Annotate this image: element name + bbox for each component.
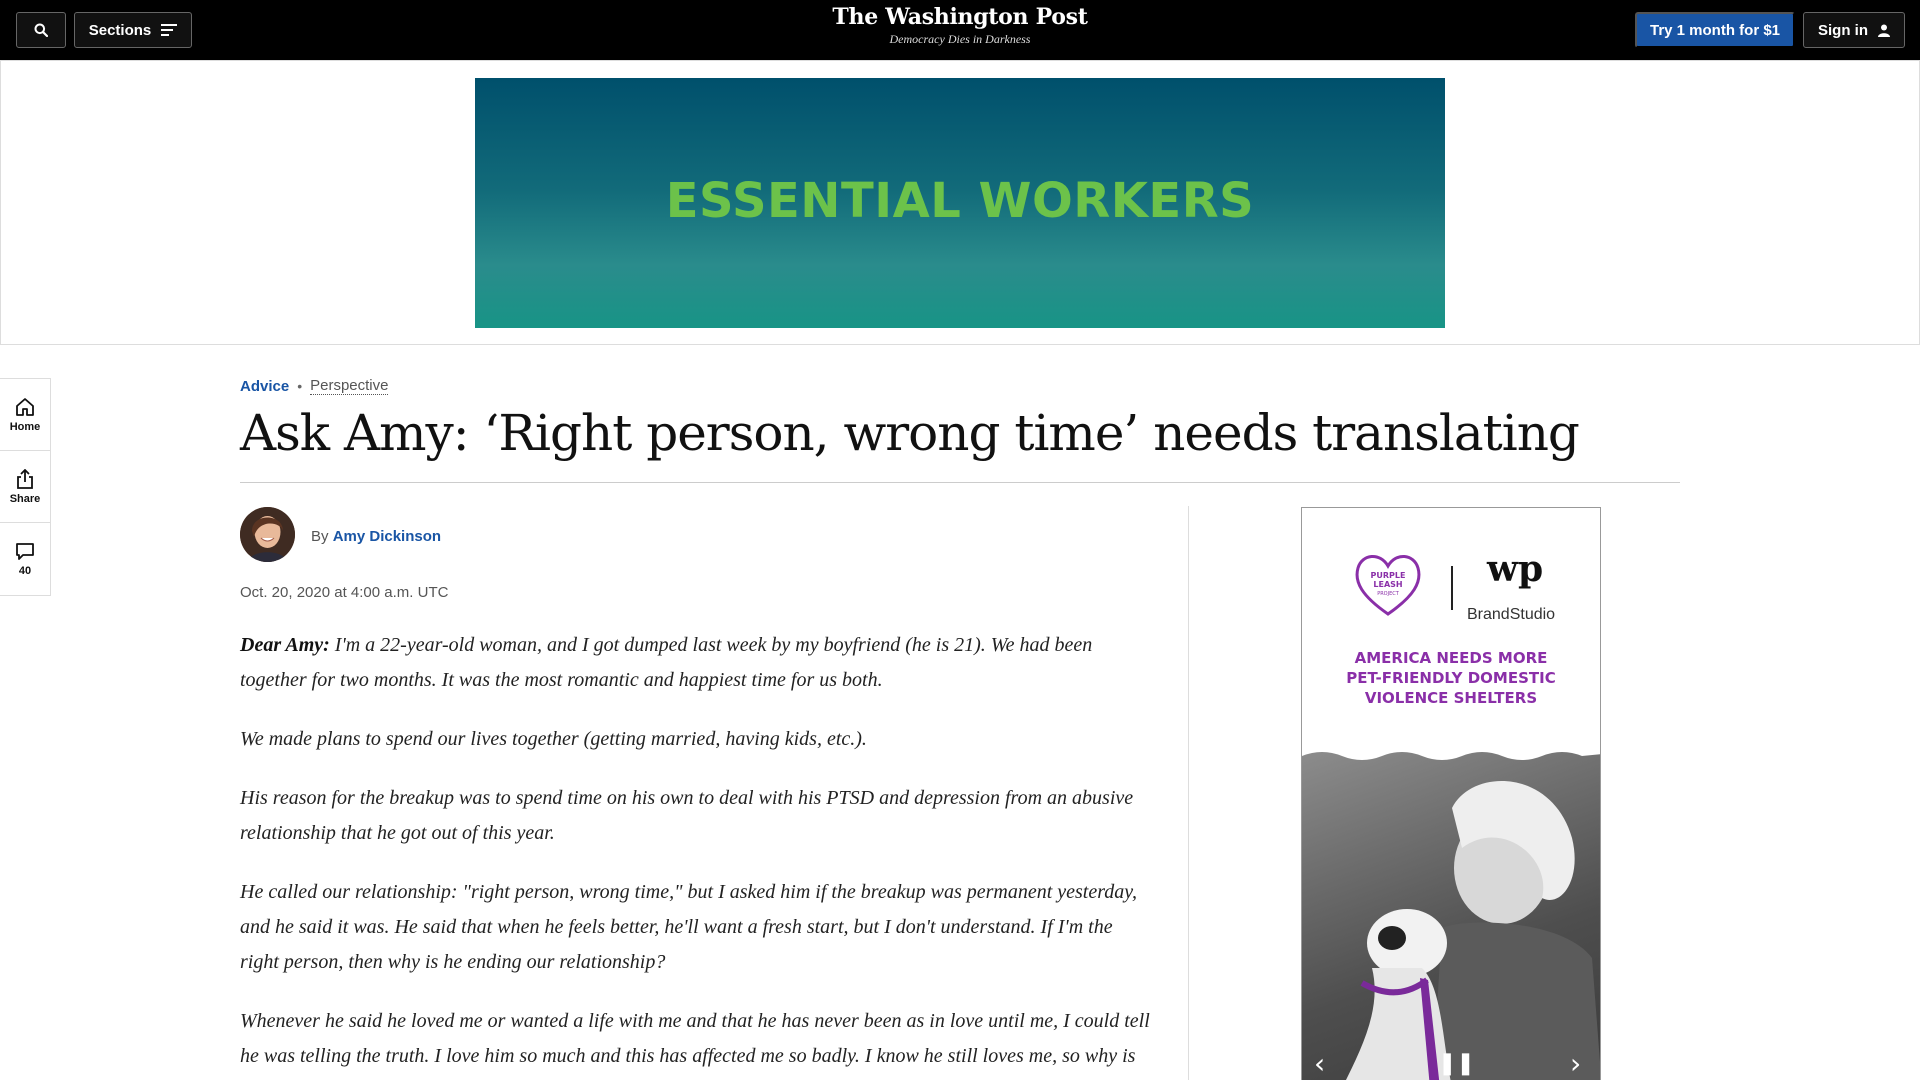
sidebar-ad-header: PURPLE LEASH PROJECT wp BrandStudio AMER… xyxy=(1302,508,1600,748)
search-icon xyxy=(34,23,48,37)
sidebar-ad[interactable]: PURPLE LEASH PROJECT wp BrandStudio AMER… xyxy=(1301,507,1601,1080)
article-paragraph: He called our relationship: "right perso… xyxy=(240,881,1138,973)
purple-leash-project-logo: PURPLE LEASH PROJECT xyxy=(1355,555,1421,616)
ad-headline-line2: PET-FRIENDLY DOMESTIC xyxy=(1346,669,1556,687)
washington-post-logo[interactable]: The Washington Post Democracy Dies in Da… xyxy=(760,4,1160,47)
byline: By Amy Dickinson xyxy=(311,528,441,545)
carousel-prev-icon[interactable]: ‹ xyxy=(1314,1047,1325,1080)
sidebar-ad-headline: AMERICA NEEDS MORE PET-FRIENDLY DOMESTIC… xyxy=(1302,648,1600,708)
header-divider xyxy=(240,482,1680,483)
column-divider xyxy=(1188,506,1189,1080)
byline-prefix: By xyxy=(311,528,329,545)
sections-label: Sections xyxy=(88,21,152,39)
rail-share-button[interactable]: Share xyxy=(0,451,50,523)
purple-leash-line2: LEASH xyxy=(1373,580,1402,589)
article-paragraph: His reason for the breakup was to spend … xyxy=(240,787,1134,844)
article-headline: Ask Amy: ‘Right person, wrong time’ need… xyxy=(240,404,1580,462)
comment-icon xyxy=(16,543,34,560)
comments-count: 40 xyxy=(18,565,32,577)
ad-logo-separator xyxy=(1451,566,1453,610)
home-icon xyxy=(16,397,34,416)
user-icon xyxy=(1878,24,1890,37)
author-avatar[interactable] xyxy=(240,507,295,562)
sections-menu-button[interactable]: Sections xyxy=(74,12,192,48)
sidebar-ad-photo: ‹ ❚❚ › xyxy=(1302,748,1600,1080)
article-kicker: Advice • Perspective xyxy=(240,377,389,395)
left-action-rail: Home Share 40 xyxy=(0,378,51,596)
subscribe-offer-button[interactable]: Try 1 month for $1 xyxy=(1635,12,1795,48)
rail-home-button[interactable]: Home xyxy=(0,379,50,451)
brandstudio-label: BrandStudio xyxy=(1467,606,1556,623)
sign-in-label: Sign in xyxy=(1818,21,1868,39)
salutation: Dear Amy: xyxy=(240,634,330,656)
banner-ad-text: ESSENTIAL WORKERS xyxy=(665,173,1255,229)
rail-comments-button[interactable]: 40 xyxy=(0,523,50,595)
rail-share-label: Share xyxy=(9,492,41,505)
article-body: Dear Amy: I'm a 22-year-old woman, and I… xyxy=(240,628,1150,1080)
rail-home-label: Home xyxy=(9,420,41,433)
section-link-advice[interactable]: Advice xyxy=(240,378,289,395)
purple-leash-line1: PURPLE xyxy=(1371,571,1406,580)
purple-leash-line3: PROJECT xyxy=(1377,591,1400,597)
carousel-pause-icon[interactable]: ❚❚ xyxy=(1438,1051,1475,1076)
top-banner-ad[interactable]: ESSENTIAL WORKERS xyxy=(475,78,1445,328)
share-icon xyxy=(17,468,33,489)
ad-headline-line3: VIOLENCE SHELTERS xyxy=(1364,689,1538,707)
search-button[interactable] xyxy=(16,12,66,48)
top-nav-bar: Sections The Washington Post Democracy D… xyxy=(0,0,1920,60)
author-link[interactable]: Amy Dickinson xyxy=(333,528,441,545)
perspective-label[interactable]: Perspective xyxy=(310,377,389,395)
ad-headline-line1: AMERICA NEEDS MORE xyxy=(1354,649,1548,667)
sign-in-button[interactable]: Sign in xyxy=(1803,12,1905,48)
logo-title: The Washington Post xyxy=(832,4,1088,30)
article-paragraph: Dear Amy: I'm a 22-year-old woman, and I… xyxy=(240,628,1150,698)
publish-date: Oct. 20, 2020 at 4:00 a.m. UTC xyxy=(240,584,449,601)
carousel-next-icon[interactable]: › xyxy=(1570,1047,1581,1080)
wp-monogram: wp xyxy=(1487,548,1544,590)
kicker-separator: • xyxy=(297,378,303,394)
paragraph-text: I'm a 22-year-old woman, and I got dumpe… xyxy=(240,634,1093,691)
article-paragraph: We made plans to spend our lives togethe… xyxy=(240,728,867,750)
hamburger-menu-icon xyxy=(161,24,178,36)
article-paragraph: Whenever he said he loved me or wanted a… xyxy=(240,1010,1150,1067)
logo-tagline: Democracy Dies in Darkness xyxy=(889,32,1031,46)
